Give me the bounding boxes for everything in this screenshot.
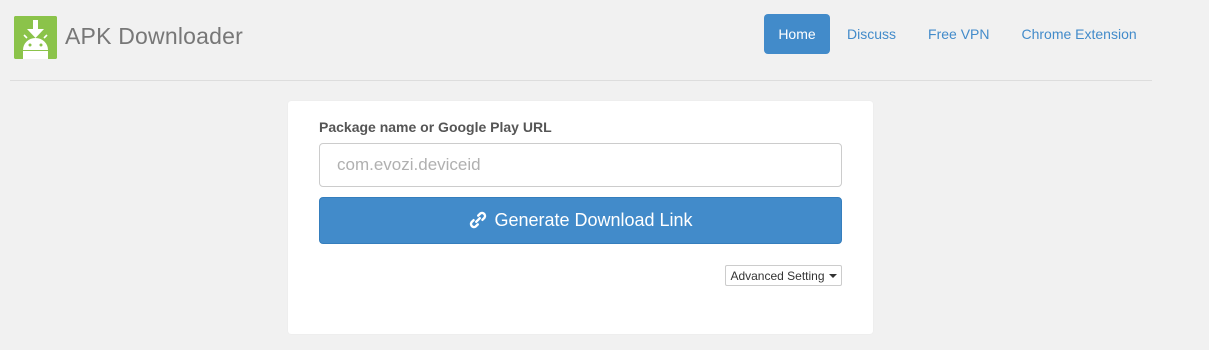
- generate-download-link-button[interactable]: Generate Download Link: [319, 197, 842, 244]
- brand-link[interactable]: APK Downloader: [14, 15, 243, 59]
- package-field-label: Package name or Google Play URL: [319, 119, 552, 135]
- android-download-icon: [14, 15, 57, 59]
- generate-button-label: Generate Download Link: [494, 210, 693, 230]
- main-nav: Home Discuss Free VPN Chrome Extension: [764, 14, 1153, 54]
- caret-down-icon: [828, 274, 837, 278]
- package-input[interactable]: [319, 143, 842, 187]
- page: APK Downloader Home Discuss Free VPN Chr…: [0, 0, 1209, 350]
- advanced-setting-dropdown[interactable]: Advanced Setting: [725, 265, 842, 286]
- nav-free-vpn[interactable]: Free VPN: [912, 14, 1005, 54]
- download-form-panel: Package name or Google Play URL Generate…: [288, 101, 873, 334]
- nav-chrome-extension[interactable]: Chrome Extension: [1005, 14, 1152, 54]
- nav-home[interactable]: Home: [764, 14, 830, 54]
- brand-title: APK Downloader: [65, 22, 243, 49]
- navbar: APK Downloader Home Discuss Free VPN Chr…: [0, 0, 1209, 70]
- nav-discuss[interactable]: Discuss: [831, 14, 912, 54]
- link-icon: [468, 210, 488, 230]
- header-divider: [10, 80, 1152, 81]
- advanced-setting-label: Advanced Setting: [730, 268, 825, 283]
